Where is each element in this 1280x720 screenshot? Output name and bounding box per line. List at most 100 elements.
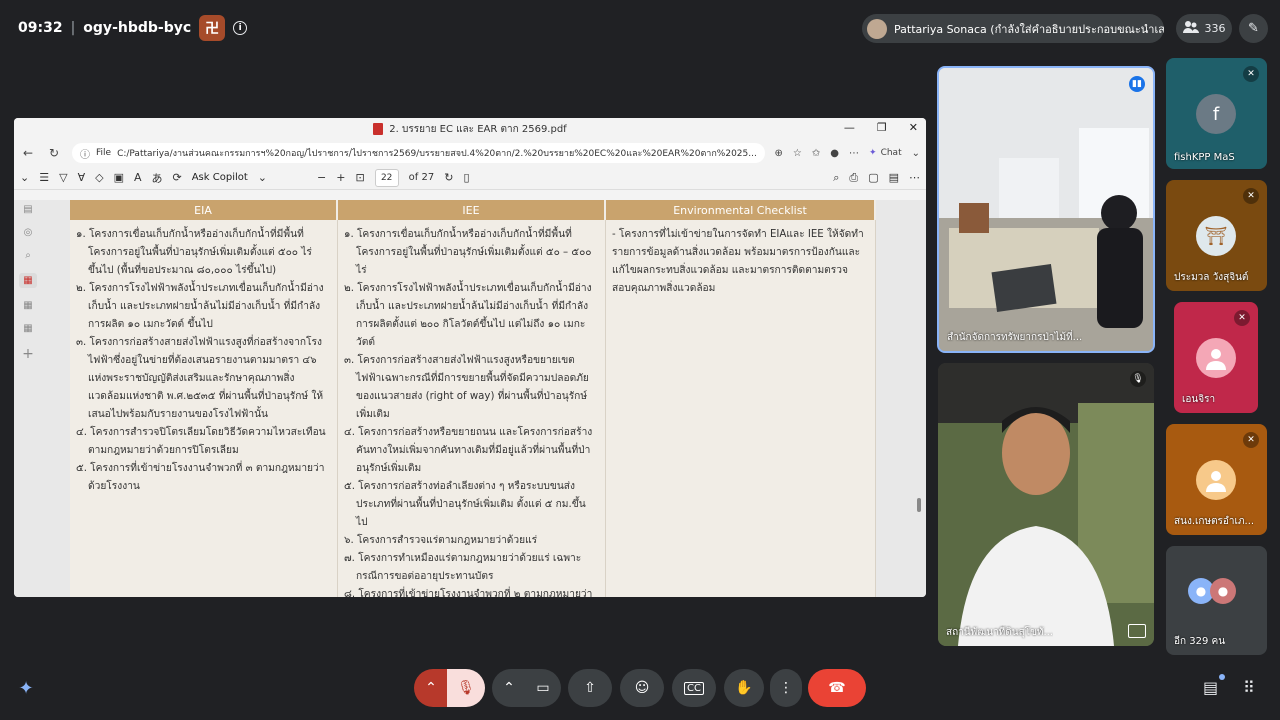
others-tile[interactable]: ● ● อีก 329 คน xyxy=(1166,546,1267,655)
info-icon[interactable]: i xyxy=(233,21,248,35)
list-item: ๘. โครงการที่เข้าข่ายโรงงานจำพวกที่ ๒ ตา… xyxy=(344,589,593,597)
page-number-input[interactable]: 22 xyxy=(374,168,399,187)
search-icon[interactable]: ⌕ xyxy=(25,250,31,261)
participant-tile[interactable]: ✕ สนง.เกษตรอำเภ... xyxy=(1166,424,1267,535)
avatar-initial: f xyxy=(1212,103,1220,125)
separator: | xyxy=(70,20,76,36)
list-item: ๖. โครงการสำรวจแร่ตามกฎหมายว่าด้วยแร่ xyxy=(344,535,538,546)
highlight-icon[interactable]: ▽ xyxy=(59,171,67,184)
copilot-icon: ⟳ xyxy=(172,171,182,184)
pdf-tab-icon[interactable]: ▦ xyxy=(23,300,32,311)
draw-icon[interactable]: ∀ xyxy=(78,171,86,184)
emoji-reactions-button[interactable]: ☺ xyxy=(620,669,664,707)
pdf-tab-icon[interactable]: ▦ xyxy=(19,273,37,288)
add-icon[interactable]: + xyxy=(22,346,34,362)
more-options-button[interactable]: ⋮ xyxy=(770,669,802,707)
shared-screen-window: 2. บรรยาย EC และ EAR ตาก 2569.pdf — ❐ ✕ … xyxy=(14,118,926,597)
chevron-down-icon[interactable]: ⌄ xyxy=(20,171,29,184)
more-icon[interactable]: ⋯ xyxy=(849,148,859,159)
iee-column: ๑. โครงการเขื่อนเก็บกักน้ำหรืออ่างเก็บกั… xyxy=(338,220,606,597)
contents-icon[interactable]: ☰ xyxy=(39,171,49,184)
favorite-star-icon[interactable]: ☆ xyxy=(793,148,802,159)
copilot-chat-button[interactable]: ✦ Chat xyxy=(869,148,902,158)
refresh-icon[interactable]: ↻ xyxy=(46,146,62,160)
list-item: ๓. โครงการก่อสร้างสายส่งไฟฟ้าแรงสูงหรือข… xyxy=(344,355,589,420)
pdf-viewer: ▤ ◎ ⌕ ▦ ▦ ▦ + EIA IEE Environmental Chec… xyxy=(14,200,926,597)
pip-icon[interactable] xyxy=(1128,624,1146,638)
fit-page-icon[interactable]: ⊡ xyxy=(355,171,364,184)
pdf-scrollbar[interactable] xyxy=(915,200,923,597)
url-text: C:/Pattariya/งานส่วนคณะกรรมการฯ%20กอญ/ไป… xyxy=(117,149,757,159)
participant-tile[interactable]: ✕ เอนจิรา xyxy=(1174,302,1258,413)
globe-icon[interactable]: ◎ xyxy=(24,227,33,238)
chat-icon[interactable]: ▤ xyxy=(1203,678,1218,697)
meeting-code: ogy-hbdb-byc xyxy=(83,20,192,36)
minimize-icon[interactable]: — xyxy=(844,121,855,134)
mic-off-icon: 🎙 xyxy=(457,680,475,696)
room-camera-feed xyxy=(939,68,1153,351)
pdf-tab-icon[interactable]: ▦ xyxy=(23,323,32,334)
chat-label: Chat xyxy=(880,148,902,158)
zoom-icon[interactable]: ⊕ xyxy=(775,148,783,159)
more-icon[interactable]: ⋯ xyxy=(909,171,920,184)
people-icon xyxy=(1182,20,1199,37)
avatar: f xyxy=(1196,94,1236,134)
save-icon[interactable]: ▢ xyxy=(868,171,878,184)
restore-icon[interactable]: ❐ xyxy=(877,121,887,134)
present-screen-button[interactable]: ⇧ xyxy=(568,669,612,707)
profile-icon[interactable]: ● xyxy=(830,148,839,159)
mic-off-icon: ✕ xyxy=(1234,310,1250,326)
present-screen-icon: ⇧ xyxy=(584,680,596,696)
gemini-sparkle-icon[interactable]: ✦ xyxy=(12,674,40,702)
speaking-indicator-icon: ▮▮ xyxy=(1129,76,1145,92)
participant-count: 336 xyxy=(1204,22,1226,35)
captions-icon: CC xyxy=(684,681,704,695)
meeting-info: 09:32 | ogy-hbdb-byc 卍 i xyxy=(18,15,248,41)
mic-toggle-button[interactable]: 🎙 xyxy=(447,669,485,707)
participants-button[interactable]: 336 xyxy=(1176,14,1232,43)
page-total: of 27 xyxy=(408,172,435,183)
participant-tile[interactable]: ✕ ⛩ ประมวล วังสุจินต์ xyxy=(1166,180,1267,291)
back-icon[interactable]: ← xyxy=(20,146,36,160)
leave-call-button[interactable]: ☎ xyxy=(808,669,866,707)
rotate-icon[interactable]: ↻ xyxy=(444,171,453,184)
camera-options-button[interactable]: ⌃ xyxy=(492,669,526,707)
read-aloud-icon[interactable]: A xyxy=(134,171,142,184)
translate-icon[interactable]: あ xyxy=(152,170,163,186)
video-tile-room[interactable]: ▮▮ สำนักจัดการทรัพยากรป่าไม้ที่... xyxy=(937,66,1155,353)
table-body-row: ๑. โครงการเขื่อนเก็บกักน้ำหรืออ่างเก็บกั… xyxy=(70,220,876,597)
chevron-down-icon[interactable]: ⌄ xyxy=(912,148,920,159)
raise-hand-button[interactable]: ✋ xyxy=(724,669,764,707)
camera-toggle-button[interactable]: ▭ xyxy=(525,669,561,707)
participant-tile[interactable]: ✕ f fishKPP MaS xyxy=(1166,58,1267,169)
participant-name: สนง.เกษตรอำเภ... xyxy=(1174,516,1255,527)
zoom-out-icon[interactable]: − xyxy=(317,171,326,184)
page-view-icon[interactable]: ▯ xyxy=(463,171,469,184)
list-item: ๑. โครงการเขื่อนเก็บกักน้ำหรืออ่างเก็บกั… xyxy=(344,229,592,276)
print-icon[interactable]: ⎙ xyxy=(849,171,858,185)
search-icon[interactable]: ⌕ xyxy=(833,171,839,185)
save-as-icon[interactable]: ▤ xyxy=(889,171,899,184)
chevron-up-icon: ⌃ xyxy=(503,680,515,696)
captions-button[interactable]: CC xyxy=(672,669,716,707)
chevron-down-icon[interactable]: ⌄ xyxy=(258,171,267,184)
list-item: ๒. โครงการโรงไฟฟ้าพลังน้ำประเภทเขื่อนเก็… xyxy=(344,283,592,348)
window-title-bar: 2. บรรยาย EC และ EAR ตาก 2569.pdf — ❐ ✕ xyxy=(14,118,926,140)
ask-copilot-button[interactable]: Ask Copilot xyxy=(192,172,248,183)
mic-options-button[interactable]: ⌃ xyxy=(414,669,448,707)
presenter-chip[interactable]: Pattariya Sonaca (กำลังใส่คำอธิบายประกอบ… xyxy=(862,14,1164,43)
video-tile-man[interactable]: 🎙 สถานีพัฒนาที่ดินสุโขทั... xyxy=(938,363,1154,646)
url-field[interactable]: ⓘ File C:/Pattariya/งานส่วนคณะกรรมการฯ%2… xyxy=(72,143,765,163)
window-title: 2. บรรยาย EC และ EAR ตาก 2569.pdf xyxy=(389,123,567,135)
text-box-icon[interactable]: ▣ xyxy=(114,171,124,184)
favorites-list-icon[interactable]: ✩ xyxy=(812,148,820,159)
participant-name: fishKPP MaS xyxy=(1174,152,1235,163)
mic-off-icon: 🎙 xyxy=(1130,371,1146,387)
bookmark-icon[interactable]: ▤ xyxy=(23,204,32,215)
scrollbar-thumb[interactable] xyxy=(917,498,921,512)
annotate-pen-button[interactable]: ✎ xyxy=(1239,14,1268,43)
close-icon[interactable]: ✕ xyxy=(909,121,918,134)
zoom-in-icon[interactable]: + xyxy=(336,171,345,184)
eraser-icon[interactable]: ◇ xyxy=(95,171,103,184)
activities-grid-icon[interactable]: ⠿ xyxy=(1243,678,1255,697)
